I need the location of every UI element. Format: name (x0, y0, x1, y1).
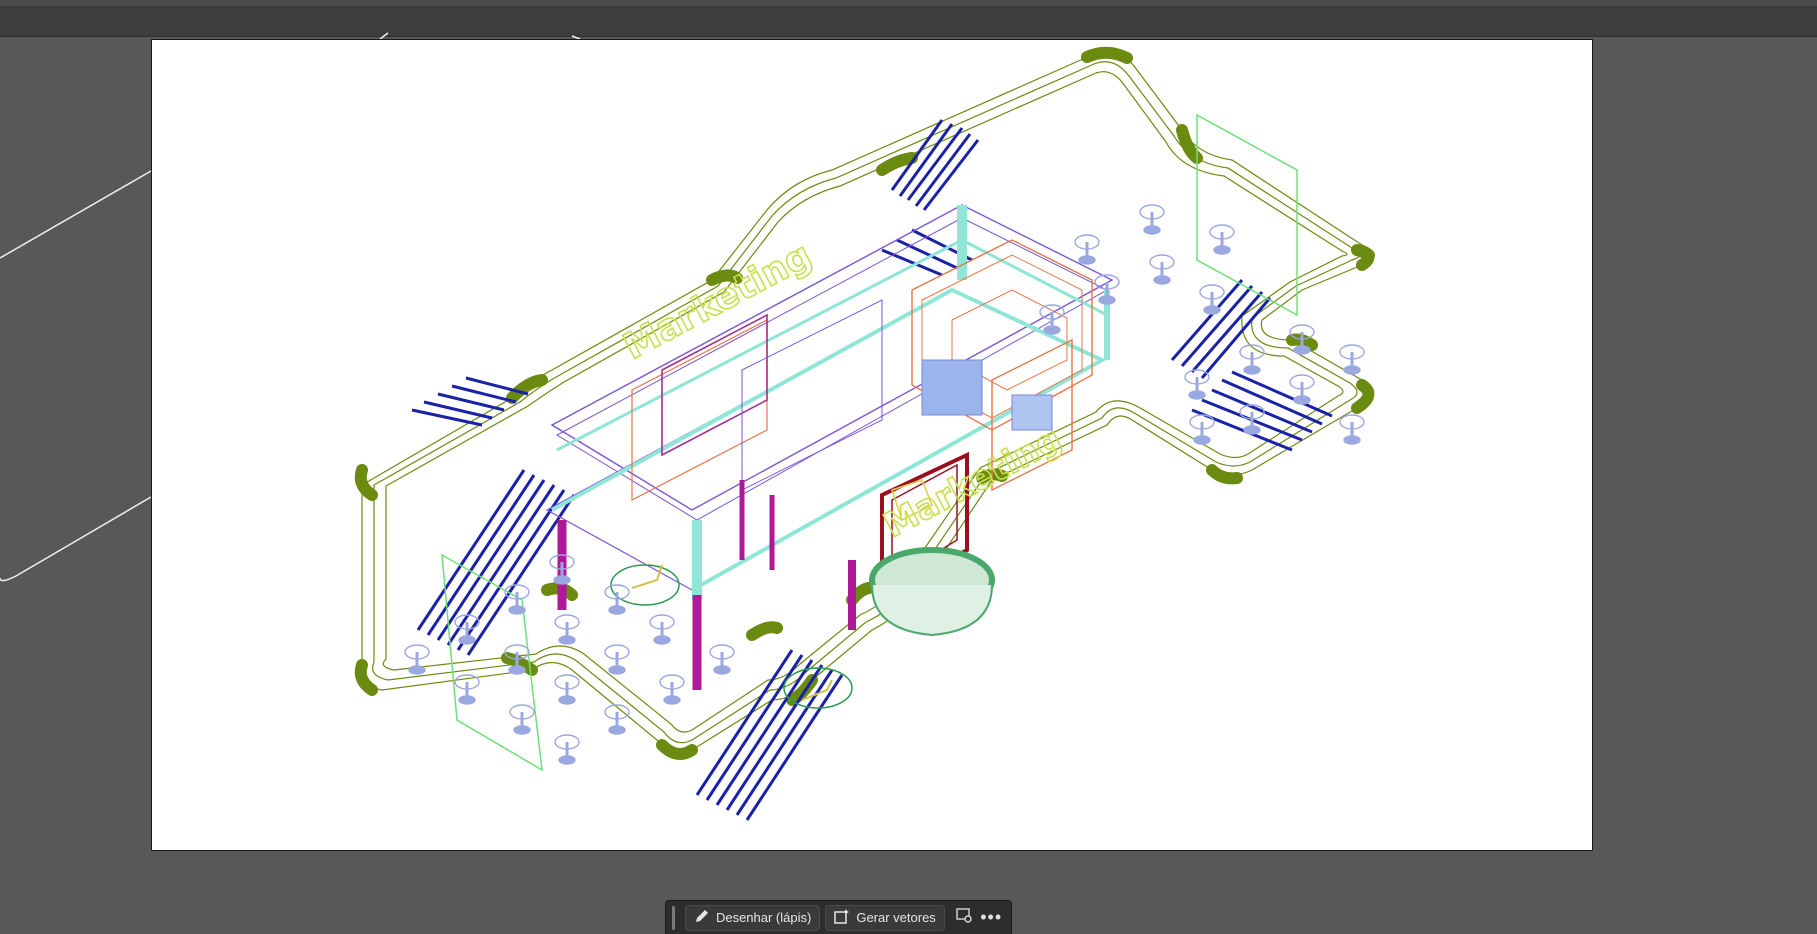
stool-base (608, 665, 626, 675)
stool-base (1078, 255, 1096, 265)
stool-base (1343, 435, 1361, 445)
sign-text-left: Marketing (617, 235, 818, 368)
stool-base (1213, 245, 1231, 255)
stool-base (608, 725, 626, 735)
image-settings-button[interactable] (950, 905, 978, 931)
stool-base (1243, 425, 1261, 435)
stool-base (553, 575, 571, 585)
stool-base (458, 695, 476, 705)
draw-pencil-button[interactable]: Desenhar (lápis) (684, 904, 821, 931)
stool-group (404, 204, 1365, 765)
top-bar-strip (0, 0, 1817, 6)
stool-base (663, 695, 681, 705)
stool-base (508, 665, 526, 675)
contextual-taskbar: Desenhar (lápis) Gerar vetores ••• (665, 900, 1012, 934)
generate-vectors-button[interactable]: Gerar vetores (825, 904, 945, 931)
stool-base (508, 605, 526, 615)
taskbar-grip[interactable] (672, 905, 675, 930)
stool-base (1193, 435, 1211, 445)
stool-base (558, 695, 576, 705)
stool-base (1343, 365, 1361, 375)
stool-base (1243, 365, 1261, 375)
stool-base (1293, 395, 1311, 405)
ramp-stripes (411, 119, 1333, 821)
application-top-bar (0, 0, 1817, 37)
stool-base (513, 725, 531, 735)
generate-vectors-icon (834, 908, 850, 927)
isometric-stand-drawing: Marketing Marketing (354, 46, 1376, 821)
generate-vectors-label: Gerar vetores (856, 910, 936, 925)
stool-base (608, 605, 626, 615)
stool-base (1293, 345, 1311, 355)
image-settings-icon (955, 907, 972, 928)
stool-base (558, 635, 576, 645)
stool-base (1043, 325, 1061, 335)
stool-base (1143, 225, 1161, 235)
stool-base (1098, 295, 1116, 305)
track-curve-accents (354, 46, 1375, 760)
draw-pencil-label: Desenhar (lápis) (715, 910, 812, 925)
stool-base (713, 665, 731, 675)
stool-base (1153, 275, 1171, 285)
pencil-icon (694, 908, 710, 927)
stool-base (558, 755, 576, 765)
stool-base (1188, 390, 1206, 400)
stool-base (458, 635, 476, 645)
stool-base (653, 635, 671, 645)
more-options-icon: ••• (980, 907, 1003, 927)
stool-base (408, 665, 426, 675)
more-options-button[interactable]: ••• (977, 905, 1005, 931)
artboard[interactable]: Marketing Marketing (151, 39, 1593, 851)
stool-base (1203, 305, 1221, 315)
